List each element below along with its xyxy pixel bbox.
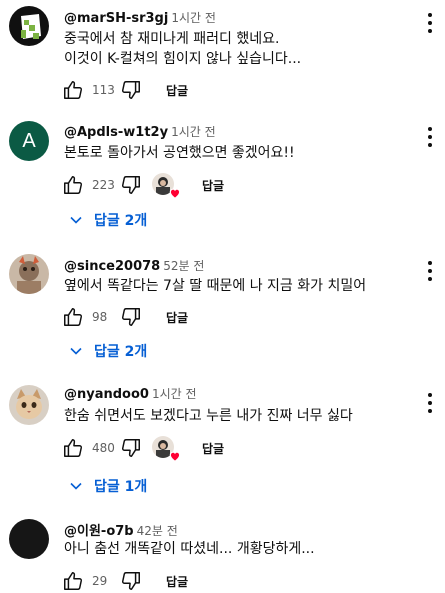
avatar[interactable]	[9, 385, 49, 425]
avatar-image	[9, 254, 49, 294]
dislike-icon[interactable]	[120, 79, 142, 101]
comment-actions: 29 답글	[62, 569, 188, 593]
avatar[interactable]	[9, 6, 49, 46]
comment-thread: @이원-o7b 42분 전 아니 춤선 개똑같이 따셨네... 개황당하게... …	[0, 505, 445, 593]
comment-time[interactable]: 42분 전	[137, 524, 178, 538]
comment-time[interactable]: 1시간 전	[152, 387, 197, 401]
more-actions-icon[interactable]	[427, 393, 433, 413]
comment-actions: 98 답글	[62, 305, 188, 329]
comment-author[interactable]: @since20078	[64, 259, 160, 274]
comment-thread: @marSH-sr3gj 1시간 전 중국에서 참 재미나게 패러디 했네요. 이…	[0, 0, 445, 110]
comment-thread: A @Apdls-w1t2y 1시간 전 본토로 돌아가서 공연했으면 좋겠어요!…	[0, 110, 445, 240]
view-replies-button[interactable]: 답글 1개	[70, 476, 147, 496]
comment-text: 본토로 돌아가서 공연했으면 좋겠어요!!	[64, 143, 394, 163]
like-icon[interactable]	[62, 79, 84, 101]
heart-icon	[169, 451, 181, 462]
comment-text-line: 중국에서 참 재미나게 패러디 했네요.	[64, 31, 280, 47]
comment-actions: 480 답글	[62, 436, 224, 462]
view-replies-label: 답글 1개	[94, 479, 148, 495]
comment-author[interactable]: @이원-o7b	[64, 524, 134, 539]
chevron-down-icon	[70, 216, 82, 224]
android-avatar-icon	[9, 6, 49, 46]
view-replies-button[interactable]: 답글 2개	[70, 341, 147, 361]
comment-time[interactable]: 1시간 전	[171, 125, 216, 139]
comment-text-line: 본토로 돌아가서 공연했으면 좋겠어요!!	[64, 145, 295, 161]
like-icon[interactable]	[62, 174, 84, 196]
reply-button[interactable]: 답글	[202, 440, 224, 457]
comment-text-line: 이것이 K-컬쳐의 힘이지 않나 싶습니다...	[64, 51, 302, 67]
comment-text: 옆에서 똑같다는 7살 딸 때문에 나 지금 화가 치밀어	[64, 276, 394, 296]
comment-actions: 113 답글	[62, 78, 188, 102]
cat-avatar-icon	[9, 385, 49, 425]
view-replies-label: 답글 2개	[94, 213, 148, 229]
view-replies-label: 답글 2개	[94, 344, 148, 360]
comment-time[interactable]: 1시간 전	[171, 11, 216, 25]
like-count: 223	[92, 178, 115, 192]
more-actions-icon[interactable]	[427, 13, 433, 33]
comment-actions: 223 답글	[62, 173, 224, 199]
like-count: 98	[92, 310, 108, 324]
creator-heart-badge	[152, 173, 181, 199]
reply-button[interactable]: 답글	[166, 573, 188, 590]
comment-author[interactable]: @nyandoo0	[64, 387, 149, 402]
comment-text: 아니 춤선 개똑같이 따셨네... 개황당하게...	[64, 539, 394, 559]
dislike-icon[interactable]	[120, 174, 142, 196]
comment-text-line: 아니 춤선 개똑같이 따셨네... 개황당하게...	[64, 541, 315, 557]
like-icon[interactable]	[62, 306, 84, 328]
comment-author[interactable]: @Apdls-w1t2y	[64, 125, 168, 140]
dislike-icon[interactable]	[120, 306, 142, 328]
like-icon[interactable]	[62, 437, 84, 459]
reply-button[interactable]: 답글	[166, 82, 188, 99]
comment-time[interactable]: 52분 전	[163, 259, 204, 273]
comment-text: 중국에서 참 재미나게 패러디 했네요. 이것이 K-컬쳐의 힘이지 않나 싶습…	[64, 29, 394, 69]
dislike-icon[interactable]	[120, 570, 142, 592]
view-replies-button[interactable]: 답글 2개	[70, 210, 147, 230]
comment-text-line: 한숨 쉬면서도 보겠다고 누른 내가 진짜 너무 싫다	[64, 408, 353, 424]
comment-thread: @nyandoo0 1시간 전 한숨 쉬면서도 보겠다고 누른 내가 진짜 너무 …	[0, 375, 445, 505]
reply-button[interactable]: 답글	[202, 177, 224, 194]
reply-button[interactable]: 답글	[166, 309, 188, 326]
like-icon[interactable]	[62, 570, 84, 592]
like-count: 113	[92, 83, 115, 97]
comment-thread: @since20078 52분 전 옆에서 똑같다는 7살 딸 때문에 나 지금 …	[0, 240, 445, 375]
avatar[interactable]	[9, 254, 49, 294]
creator-heart-badge	[152, 436, 181, 462]
heart-icon	[169, 188, 181, 199]
like-count: 29	[92, 574, 108, 588]
avatar[interactable]: A	[9, 121, 49, 161]
comment-text: 한숨 쉬면서도 보겠다고 누른 내가 진짜 너무 싫다	[64, 406, 394, 426]
more-actions-icon[interactable]	[427, 261, 433, 281]
more-actions-icon[interactable]	[427, 127, 433, 147]
comment-author[interactable]: @marSH-sr3gj	[64, 11, 168, 26]
comment-text-line: 옆에서 똑같다는 7살 딸 때문에 나 지금 화가 치밀어	[64, 278, 367, 294]
like-count: 480	[92, 441, 115, 455]
dislike-icon[interactable]	[120, 437, 142, 459]
chevron-down-icon	[70, 482, 82, 490]
avatar[interactable]	[9, 519, 49, 559]
chevron-down-icon	[70, 347, 82, 355]
